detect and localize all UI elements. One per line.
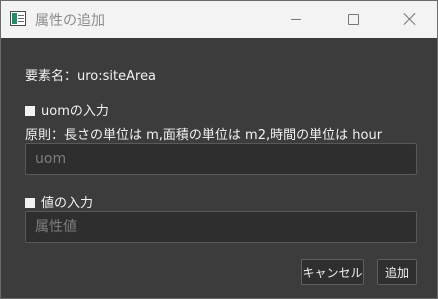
maximize-button[interactable] — [330, 1, 376, 37]
attribute-value-input[interactable] — [25, 211, 417, 243]
value-input-label: 値の入力 — [41, 196, 94, 211]
title-bar[interactable]: 属性の追加 — [1, 1, 437, 38]
uom-section-label: uomの入力 — [25, 100, 109, 119]
cancel-button[interactable]: キャンセル — [301, 259, 364, 285]
minimize-button[interactable] — [273, 1, 319, 37]
uom-rule-text: 原則：長さの単位は m,面積の単位は m2,時間の単位は hour — [25, 128, 383, 143]
close-icon — [404, 13, 416, 25]
value-checkbox[interactable] — [25, 198, 35, 208]
add-button[interactable]: 追加 — [377, 259, 417, 285]
maximize-icon — [347, 13, 359, 25]
value-section-label: 値の入力 — [25, 192, 93, 211]
element-name-label: 要素名：uro:siteArea — [25, 69, 157, 84]
window-title: 属性の追加 — [35, 13, 105, 29]
uom-input-label: uomの入力 — [41, 104, 109, 119]
uom-checkbox[interactable] — [25, 106, 35, 116]
close-button[interactable] — [387, 1, 433, 37]
uom-input[interactable] — [25, 143, 417, 175]
window-icon — [10, 11, 26, 26]
minimize-icon — [291, 18, 301, 20]
attribute-add-dialog: 属性の追加 要素名：uro:siteArea uomの入力 原則：長さの単位は … — [0, 0, 438, 299]
